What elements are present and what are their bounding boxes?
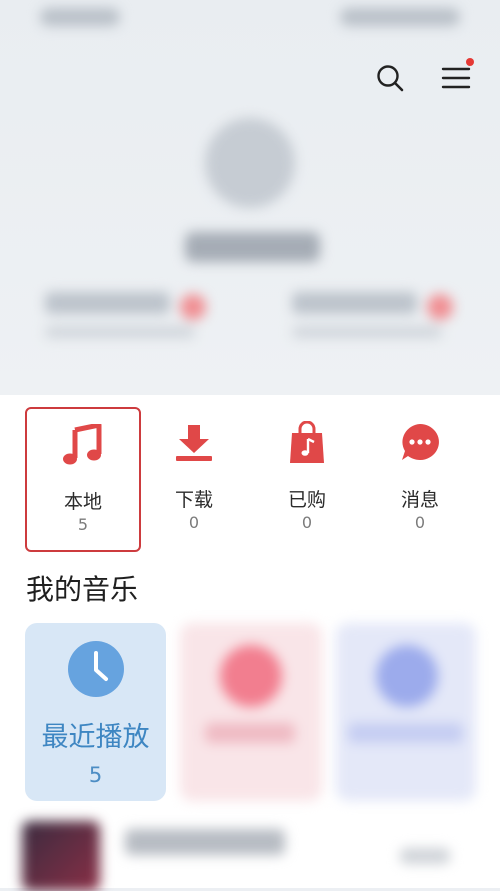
- menu-icon[interactable]: [440, 58, 474, 94]
- quick-item-label: 消息: [400, 489, 439, 511]
- quick-item-label: 本地: [63, 491, 102, 513]
- shopping-bag-icon: [249, 421, 365, 465]
- stat-card-right[interactable]: [292, 292, 453, 338]
- quick-item-count: 0: [301, 513, 313, 532]
- main-panel: 本地 5 下载 0 已购 0 消息 0 我的音乐 最近播放 5: [0, 395, 500, 891]
- radio-icon: [376, 645, 438, 707]
- recent-played-count: 5: [88, 763, 103, 787]
- recent-played-label: 最近播放: [41, 722, 150, 753]
- quick-item-label: 已购: [287, 489, 326, 511]
- message-icon: [362, 421, 478, 465]
- music-note-icon: [27, 423, 139, 467]
- notification-dot: [466, 58, 474, 66]
- stat-card-left[interactable]: [45, 292, 206, 338]
- fm-card[interactable]: [336, 623, 476, 801]
- quick-access-row: 本地 5 下载 0 已购 0 消息 0: [25, 407, 475, 552]
- section-title: 我的音乐: [26, 573, 139, 606]
- download-icon: [136, 421, 252, 465]
- quick-item-count: 0: [414, 513, 426, 532]
- status-bar: [40, 8, 460, 32]
- playlist-meta-blurred: [400, 848, 450, 864]
- search-icon[interactable]: [374, 62, 406, 94]
- playlist-thumbnail: [22, 821, 100, 891]
- status-icons-blurred: [340, 8, 460, 26]
- quick-item-count: 5: [77, 515, 89, 534]
- recent-played-card[interactable]: 最近播放 5: [25, 623, 166, 801]
- quick-item-count: 0: [188, 513, 200, 532]
- quick-item-messages[interactable]: 消息 0: [362, 407, 478, 552]
- playlist-row[interactable]: [0, 813, 500, 891]
- status-time-blurred: [40, 8, 120, 26]
- quick-item-local[interactable]: 本地 5: [25, 407, 141, 552]
- quick-item-purchased[interactable]: 已购 0: [249, 407, 365, 552]
- clock-icon: [66, 639, 126, 699]
- top-actions: [374, 58, 474, 94]
- playlist-title-blurred: [125, 829, 285, 855]
- heart-icon: [220, 645, 282, 707]
- liked-music-card[interactable]: [180, 623, 322, 801]
- quick-item-download[interactable]: 下载 0: [136, 407, 252, 552]
- avatar[interactable]: [205, 118, 295, 208]
- quick-item-label: 下载: [174, 489, 213, 511]
- username-blurred[interactable]: [185, 232, 320, 262]
- profile-header: [0, 0, 500, 400]
